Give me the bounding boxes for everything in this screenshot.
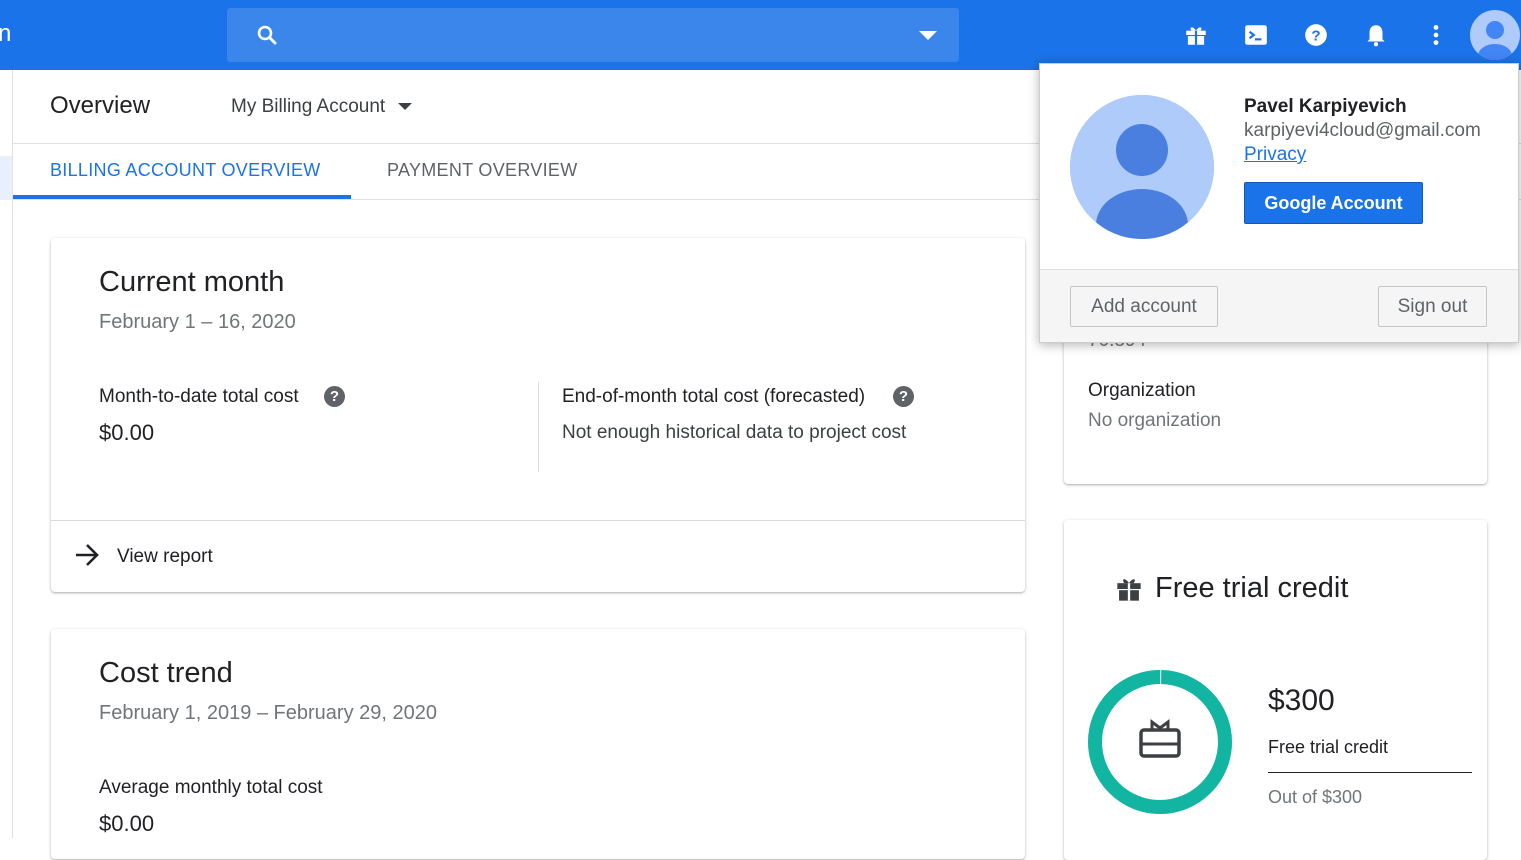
more-vert-icon[interactable] [1423,22,1449,48]
card-title: Current month [99,266,285,298]
top-app-bar: n ? [0,0,1521,70]
card-title: Free trial credit [1155,572,1349,604]
search-icon [257,25,277,45]
help-icon[interactable]: ? [324,386,345,407]
svg-text:?: ? [1311,27,1320,44]
date-range: February 1 – 16, 2020 [99,311,296,333]
billing-account-selector[interactable]: My Billing Account [231,96,385,118]
search-dropdown-chevron-icon[interactable] [919,31,937,40]
add-account-button[interactable]: Add account [1070,286,1218,327]
gift-card-icon [1139,719,1181,758]
current-month-card: Current month February 1 – 16, 2020 Mont… [51,238,1025,592]
cost-trend-card: Cost trend February 1, 2019 – February 2… [51,629,1025,859]
search-bar[interactable] [227,8,959,62]
divider [538,382,539,472]
credit-total: Out of $300 [1268,787,1363,807]
card-title: Cost trend [99,657,233,689]
arrow-forward-icon[interactable] [73,542,101,568]
left-nav-selected-item[interactable] [0,156,12,200]
product-name-fragment[interactable]: n [0,20,11,48]
free-trial-card: Free trial credit $300 Free trial credit… [1064,520,1487,860]
account-avatar-icon[interactable] [1470,10,1520,60]
page-title: Overview [50,92,151,119]
credit-label: Free trial credit [1268,737,1389,757]
privacy-link[interactable]: Privacy [1244,144,1306,166]
account-name: Pavel Karpiyevich [1244,96,1407,117]
gift-icon[interactable] [1183,22,1209,48]
mtd-cost-value: $0.00 [99,420,155,445]
organization-label: Organization [1088,380,1196,401]
divider [51,520,1025,521]
sign-out-button[interactable]: Sign out [1378,286,1487,327]
mtd-cost-label: Month-to-date total cost [99,386,299,407]
view-report-link[interactable]: View report [117,546,213,568]
account-popup: Pavel Karpiyevich karpiyevi4cloud@gmail.… [1039,63,1519,343]
tab-payment-overview[interactable]: PAYMENT OVERVIEW [387,160,578,181]
account-email: karpiyevi4cloud@gmail.com [1244,120,1481,141]
avg-cost-value: $0.00 [99,811,155,836]
account-avatar-large-icon[interactable] [1070,95,1214,239]
credit-donut [1088,670,1232,814]
notifications-icon[interactable] [1363,22,1389,48]
active-tab-indicator [13,195,351,199]
left-nav-rail [0,70,13,838]
gift-icon [1117,579,1141,601]
avg-cost-label: Average monthly total cost [99,777,323,798]
credit-amount: $300 [1268,684,1335,717]
date-range: February 1, 2019 – February 29, 2020 [99,702,437,724]
chevron-down-icon[interactable] [398,103,412,110]
help-icon[interactable]: ? [893,386,914,407]
eom-cost-label: End-of-month total cost (forecasted) [562,386,866,407]
divider [1268,772,1472,773]
organization-value: No organization [1088,410,1222,431]
help-icon[interactable]: ? [1303,22,1329,48]
eom-cost-text: Not enough historical data to project co… [562,422,907,443]
tab-billing-account-overview[interactable]: BILLING ACCOUNT OVERVIEW [50,160,321,181]
cloud-shell-icon[interactable] [1243,22,1269,48]
google-account-button[interactable]: Google Account [1244,182,1423,224]
popup-footer: Add account Sign out [1040,269,1518,342]
